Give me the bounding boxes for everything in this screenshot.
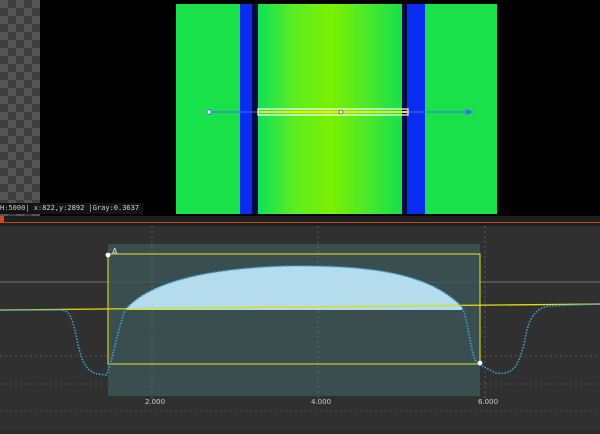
pane-divider[interactable]: [0, 216, 600, 226]
edge-left-blue: [240, 4, 254, 214]
image-canvas: [176, 4, 497, 214]
x-tick-label: 6.000: [478, 398, 499, 406]
scan-start-handle[interactable]: [206, 109, 212, 115]
x-tick-label: 4.000: [311, 398, 332, 406]
profile-canvas: [0, 226, 600, 412]
image-view[interactable]: H:5000| x:822,y:2892 |Gray:0.3637: [0, 0, 600, 216]
edge-left-dark: [252, 4, 258, 214]
roi-corner-handle[interactable]: [105, 252, 111, 258]
status-bar: H:5000| x:822,y:2892 |Gray:0.3637: [0, 203, 144, 214]
divider-line: [0, 222, 600, 223]
profile-plot[interactable]: A: [0, 226, 600, 430]
roi-corner-handle[interactable]: [477, 360, 483, 366]
roi-label: A: [112, 247, 118, 256]
scan-mid-handle[interactable]: [338, 109, 344, 115]
edge-right-blue: [407, 4, 425, 214]
stripe-left-green: [176, 4, 240, 214]
x-tick-label: 2.000: [145, 398, 166, 406]
stripe-right-green: [425, 4, 497, 214]
